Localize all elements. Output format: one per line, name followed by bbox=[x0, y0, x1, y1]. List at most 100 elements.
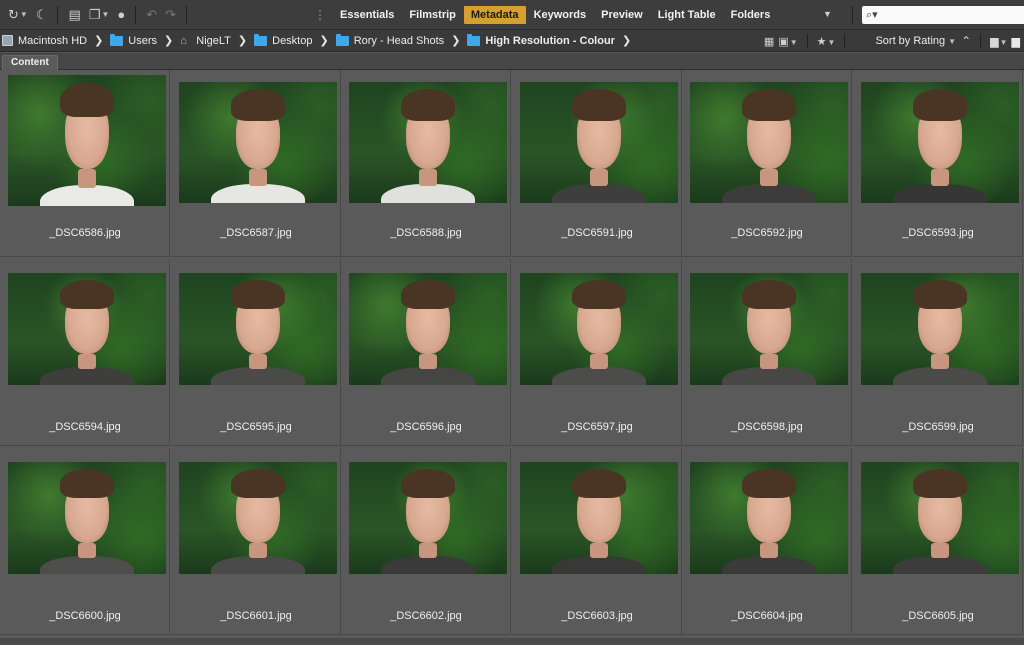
thumbnail-cell[interactable]: _DSC6604.jpg bbox=[682, 448, 852, 635]
shirt-shape bbox=[210, 556, 306, 574]
breadcrumb-item-high-resolution[interactable]: High Resolution - Colour bbox=[467, 33, 615, 47]
breadcrumb-item-desktop[interactable]: Desktop bbox=[254, 33, 312, 47]
shirt-shape bbox=[721, 556, 817, 574]
thumbnail-image[interactable] bbox=[179, 462, 337, 574]
thumbnail-cell[interactable]: _DSC6595.jpg bbox=[171, 259, 341, 446]
photo-downloader-icon[interactable]: ▤ bbox=[64, 4, 84, 26]
rotate-right-icon[interactable]: ↷ bbox=[161, 4, 180, 26]
hair-shape bbox=[742, 89, 796, 121]
neck-shape bbox=[248, 169, 268, 187]
thumbnail-image[interactable] bbox=[520, 462, 678, 574]
toolbar-divider bbox=[57, 5, 59, 24]
moon-icon[interactable]: ☾ bbox=[32, 4, 52, 26]
folder-icon bbox=[467, 33, 481, 46]
neck-shape bbox=[759, 542, 779, 559]
breadcrumb-item-users[interactable]: Users bbox=[110, 33, 157, 47]
workspace-essentials[interactable]: Essentials bbox=[333, 6, 401, 24]
chevron-right-icon[interactable]: ❯ bbox=[319, 34, 328, 47]
workspace-switcher: ⋮ Essentials Filmstrip Metadata Keywords… bbox=[314, 0, 778, 30]
workspace-preview[interactable]: Preview bbox=[594, 6, 650, 24]
thumbnail-cell[interactable]: _DSC6588.jpg bbox=[341, 70, 511, 257]
hair-shape bbox=[401, 468, 455, 498]
thumbnail-cell[interactable]: _DSC6600.jpg bbox=[0, 448, 170, 635]
thumbnail-image[interactable] bbox=[861, 82, 1019, 203]
thumbnail-image[interactable] bbox=[8, 462, 166, 574]
thumbnail-cell[interactable]: _DSC6599.jpg bbox=[853, 259, 1023, 446]
quality-toggle-icon[interactable]: ▦ bbox=[764, 35, 774, 48]
thumbnail-image[interactable] bbox=[690, 273, 848, 385]
thumbnail-image[interactable] bbox=[861, 273, 1019, 385]
thumbnail-cell[interactable]: _DSC6597.jpg bbox=[512, 259, 682, 446]
thumbnail-cell[interactable]: _DSC6602.jpg bbox=[341, 448, 511, 635]
chevron-down-icon: ▼ bbox=[789, 37, 798, 47]
hair-shape bbox=[60, 468, 114, 498]
workspace-filmstrip[interactable]: Filmstrip bbox=[402, 6, 462, 24]
thumbnail-image[interactable] bbox=[349, 462, 507, 574]
thumbnail-cell[interactable]: _DSC6591.jpg bbox=[512, 70, 682, 257]
thumbnail-image[interactable] bbox=[179, 82, 337, 203]
boomerang-icon[interactable]: ↻ ▼ bbox=[4, 4, 32, 26]
thumbnail-cell[interactable]: _DSC6592.jpg bbox=[682, 70, 852, 257]
workspace-keywords[interactable]: Keywords bbox=[527, 6, 594, 24]
workspace-folders[interactable]: Folders bbox=[724, 6, 778, 24]
thumbnail-image[interactable] bbox=[179, 273, 337, 385]
breadcrumb-label: Macintosh HD bbox=[18, 34, 88, 47]
thumbnail-image[interactable] bbox=[520, 273, 678, 385]
hair-shape bbox=[60, 82, 114, 117]
thumbnail-cell[interactable]: _DSC6596.jpg bbox=[341, 259, 511, 446]
breadcrumb-item-nigelt[interactable]: ⌂ NigeLT bbox=[180, 35, 231, 47]
thumbnail-cell[interactable]: _DSC6603.jpg bbox=[512, 448, 682, 635]
hair-shape bbox=[572, 279, 626, 309]
chevron-down-icon[interactable]: ▼ bbox=[948, 37, 956, 46]
drag-handle-icon[interactable]: ⋮ bbox=[314, 8, 326, 22]
thumbnail-image[interactable] bbox=[690, 462, 848, 574]
chevron-right-icon[interactable]: ❯ bbox=[622, 34, 631, 47]
thumbnail-filename: _DSC6602.jpg bbox=[390, 610, 462, 622]
toolbar-divider bbox=[852, 6, 853, 24]
thumbnail-image[interactable] bbox=[690, 82, 848, 203]
breadcrumb-item-head-shots[interactable]: Rory - Head Shots bbox=[335, 33, 444, 47]
thumbnail-image[interactable] bbox=[8, 273, 166, 385]
neck-shape bbox=[77, 169, 97, 188]
open-recent-icon[interactable]: ▆▼ bbox=[990, 35, 1007, 48]
thumbnail-cell[interactable]: _DSC6605.jpg bbox=[853, 448, 1023, 635]
tab-content[interactable]: Content bbox=[2, 55, 58, 70]
chevron-right-icon[interactable]: ❯ bbox=[94, 34, 103, 47]
sort-ascending-icon[interactable]: ⌃ bbox=[961, 34, 971, 48]
workspace-menu-icon[interactable]: ▼ bbox=[823, 9, 832, 19]
star-filter-icon[interactable]: ★▼ bbox=[817, 35, 836, 48]
copy-icon[interactable]: ❐ ▼ bbox=[85, 4, 114, 26]
thumbnail-cell[interactable]: _DSC6586.jpg bbox=[0, 70, 170, 257]
thumbnail-image[interactable] bbox=[861, 462, 1019, 574]
workspace-metadata[interactable]: Metadata bbox=[463, 6, 526, 24]
thumbnail-view-icon[interactable]: ▣▼ bbox=[778, 35, 797, 48]
thumbnail-image[interactable] bbox=[349, 273, 507, 385]
search-icon[interactable]: ⌕▾ bbox=[866, 8, 878, 22]
thumbnail-image[interactable] bbox=[520, 82, 678, 203]
hair-shape bbox=[231, 468, 285, 498]
rotate-left-icon[interactable]: ↶ bbox=[142, 4, 161, 26]
new-folder-icon[interactable]: ▆ bbox=[1012, 35, 1020, 48]
thumbnail-cell[interactable]: _DSC6593.jpg bbox=[853, 70, 1023, 257]
hair-shape bbox=[231, 89, 285, 121]
chevron-right-icon[interactable]: ❯ bbox=[164, 34, 173, 47]
thumbnail-cell[interactable]: _DSC6598.jpg bbox=[682, 259, 852, 446]
thumbnail-image[interactable] bbox=[8, 75, 166, 206]
thumbnail-cell[interactable]: _DSC6601.jpg bbox=[171, 448, 341, 635]
thumbnail-cell[interactable]: _DSC6594.jpg bbox=[0, 259, 170, 446]
thumbnail-image[interactable] bbox=[349, 82, 507, 203]
thumbnail-filename: _DSC6603.jpg bbox=[561, 610, 633, 622]
divider bbox=[806, 34, 808, 48]
workspace-light-table[interactable]: Light Table bbox=[651, 6, 723, 24]
search-input[interactable]: ⌕▾ bbox=[862, 6, 1024, 24]
camera-raw-icon[interactable]: ● bbox=[113, 4, 129, 26]
shirt-shape bbox=[380, 367, 476, 385]
thumbnail-cell[interactable]: _DSC6587.jpg bbox=[171, 70, 341, 257]
chevron-right-icon[interactable]: ❯ bbox=[451, 34, 460, 47]
sort-menu[interactable]: Sort by Rating bbox=[875, 35, 945, 47]
thumbnail-filename: _DSC6604.jpg bbox=[731, 610, 803, 622]
chevron-right-icon[interactable]: ❯ bbox=[238, 34, 247, 47]
thumbnail-filename: _DSC6592.jpg bbox=[731, 227, 803, 239]
divider bbox=[844, 34, 846, 48]
breadcrumb-item-macintosh-hd[interactable]: Macintosh HD bbox=[2, 35, 87, 47]
